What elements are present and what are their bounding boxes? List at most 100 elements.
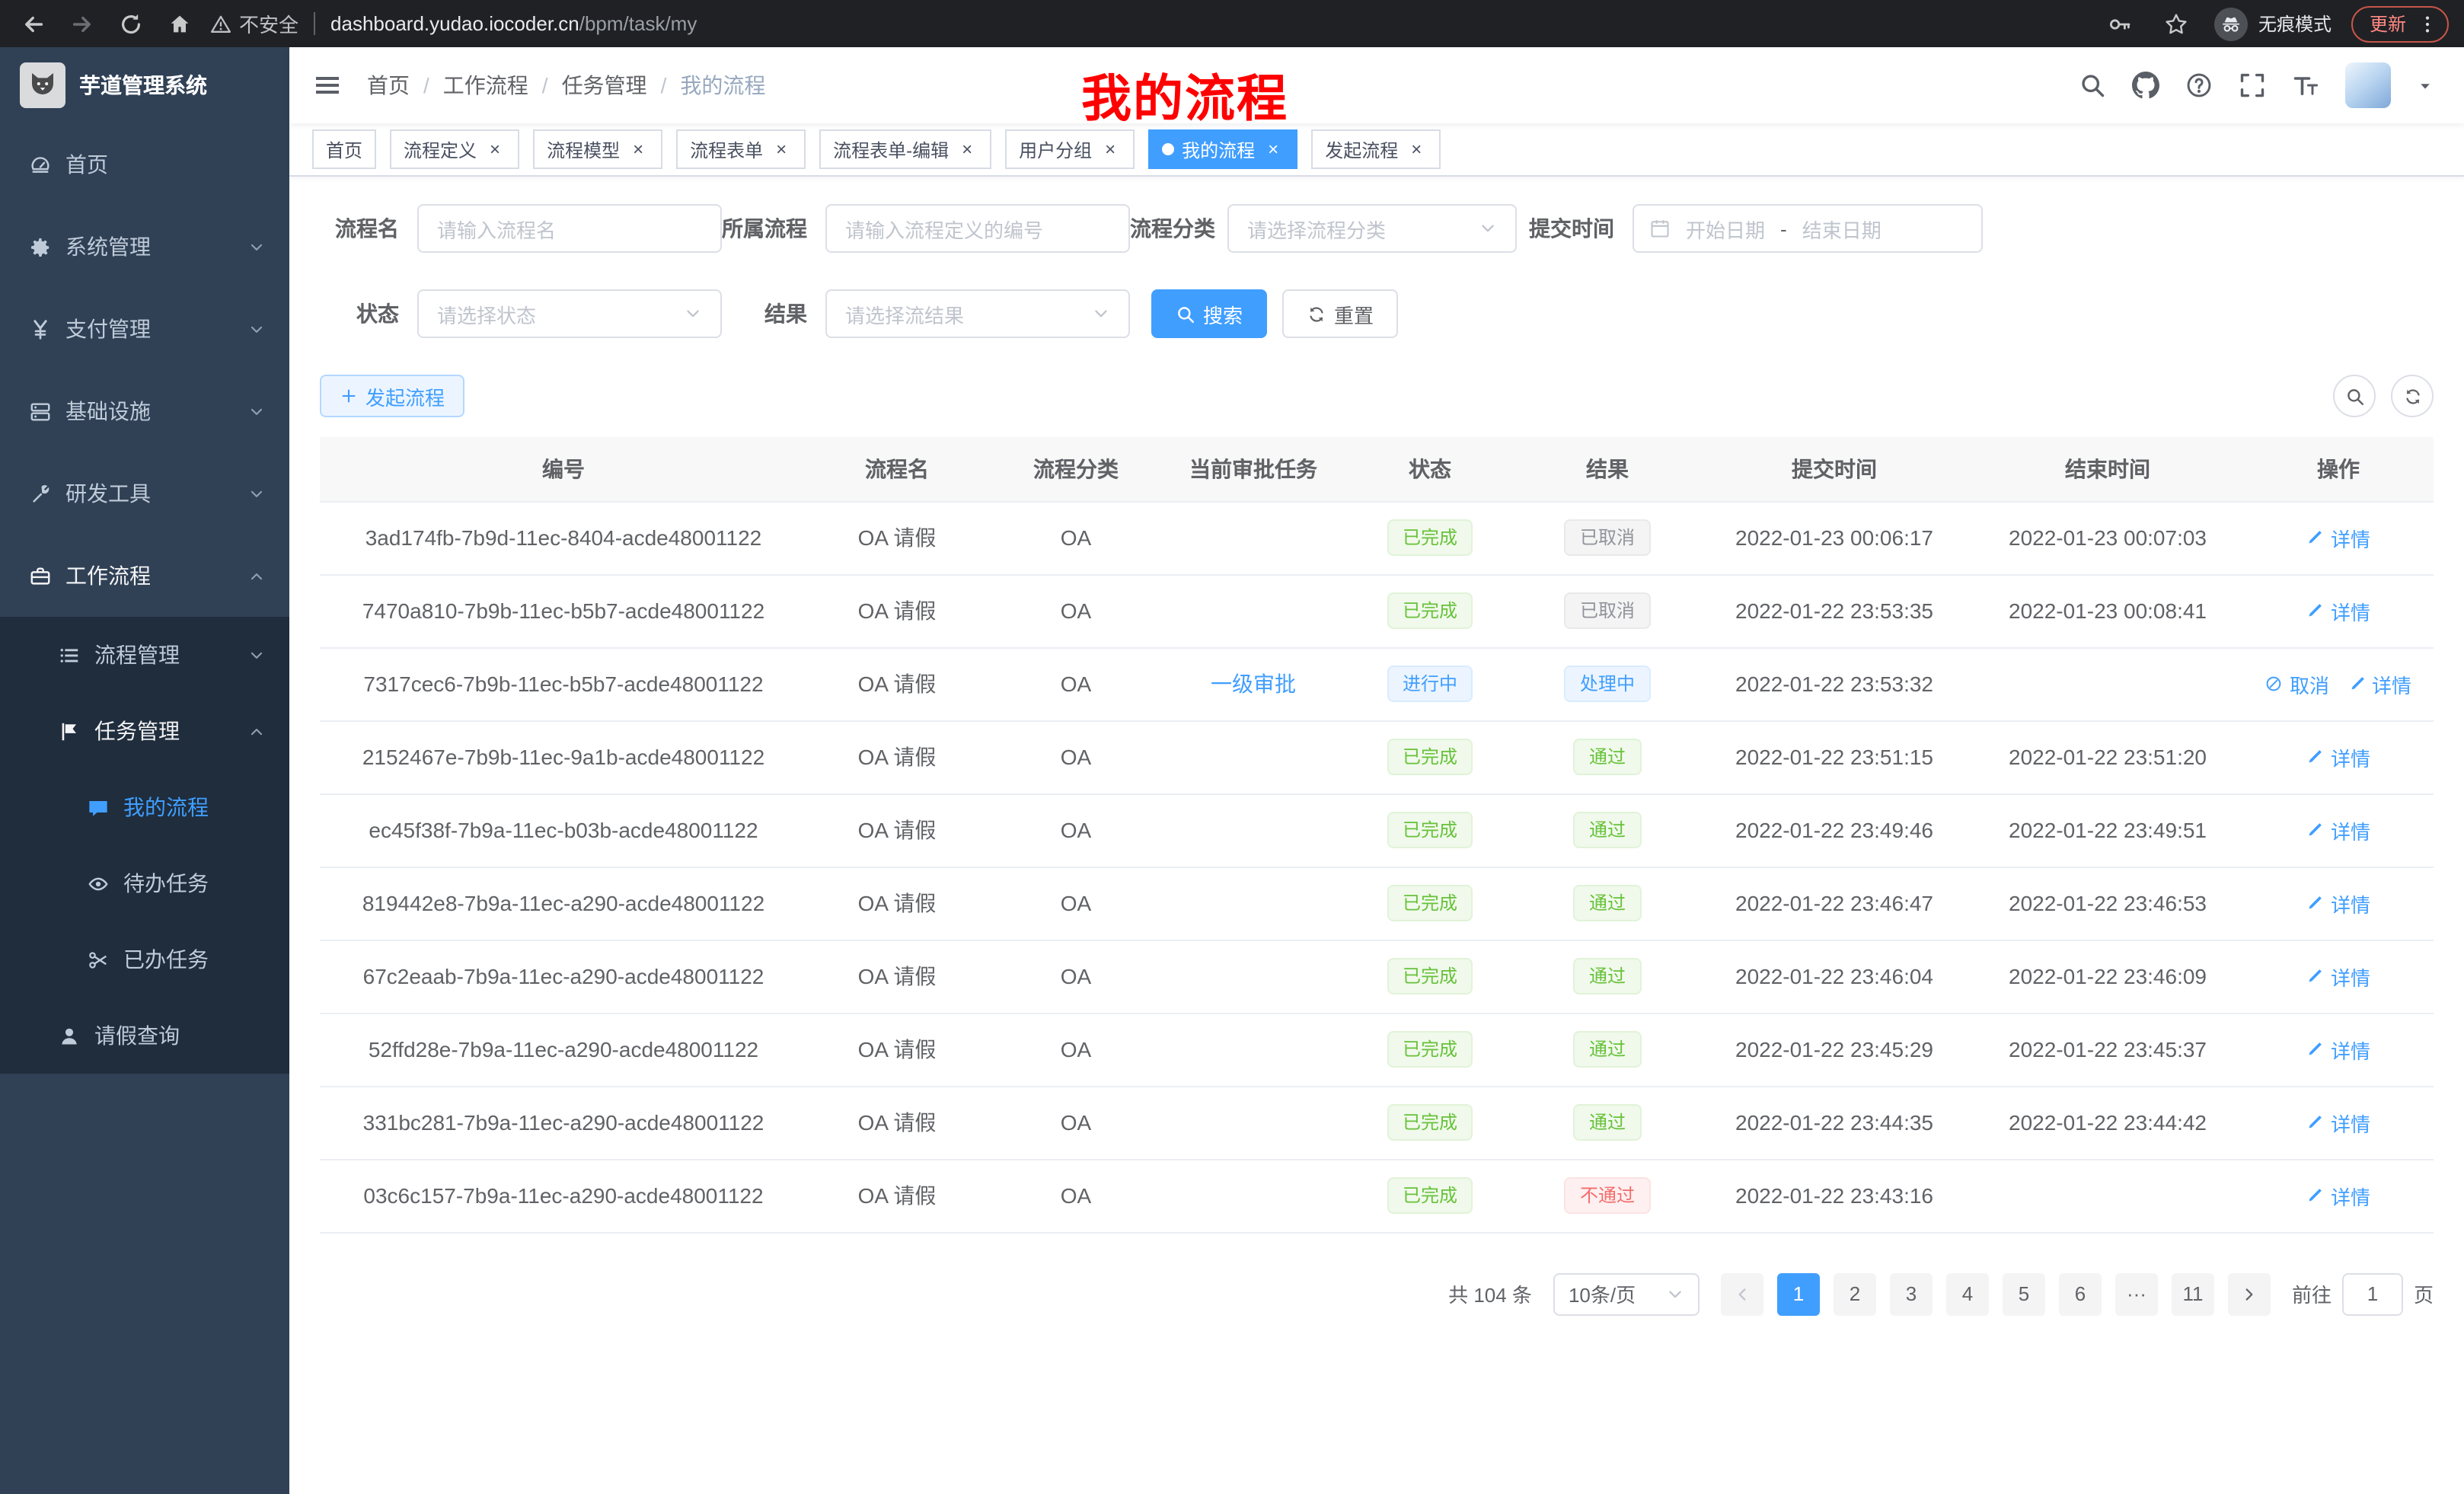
tab-start-process[interactable]: 发起流程× [1311,129,1441,169]
fullscreen-icon[interactable] [2239,72,2266,99]
sidebar-item-system[interactable]: 系统管理 [0,206,289,288]
avatar[interactable] [2345,62,2391,108]
tab-close-icon[interactable]: × [1406,139,1427,160]
current-task-link[interactable]: 一级审批 [1211,672,1296,696]
detail-action-link[interactable]: 详情 [2306,889,2370,918]
caret-down-icon[interactable] [2417,77,2434,94]
detail-action-link[interactable]: 详情 [2306,1035,2370,1064]
app-logo[interactable]: 芋道管理系统 [0,47,289,123]
cell-actions: 详情 [2243,793,2434,867]
cell-id: 3ad174fb-7b9d-11ec-8404-acde48001122 [320,501,807,574]
tab-process-definition[interactable]: 流程定义× [390,129,519,169]
sidebar-item-dev-tools[interactable]: 研发工具 [0,452,289,535]
page-button-1[interactable]: 1 [1777,1272,1820,1315]
sidebar-item-label: 研发工具 [65,478,151,509]
tab-close-icon[interactable]: × [956,139,978,160]
sidebar-item-my-process[interactable]: 我的流程 [0,769,289,845]
detail-action-link[interactable]: 详情 [2306,962,2370,991]
calendar-icon [1649,218,1671,239]
page-button-5[interactable]: 5 [2003,1272,2045,1315]
site-security-chip[interactable]: 不安全 [210,9,298,38]
page-size-select[interactable]: 10条/页 [1553,1272,1700,1315]
question-icon[interactable] [2185,72,2213,99]
cell-process-name: OA 请假 [807,867,987,940]
tab-label: 流程表单-编辑 [833,136,949,162]
github-icon[interactable] [2132,72,2159,99]
detail-action-link[interactable]: 详情 [2306,523,2370,552]
date-range-picker[interactable]: 开始日期 - 结束日期 [1633,204,1983,253]
tab-process-form[interactable]: 流程表单× [676,129,806,169]
prev-page-button[interactable] [1721,1272,1763,1315]
process-id-input[interactable]: 请输入流程定义的编号 [825,204,1130,253]
reset-button[interactable]: 重置 [1282,289,1398,338]
sidebar-item-workflow[interactable]: 工作流程 [0,535,289,617]
tab-process-form-edit[interactable]: 流程表单-编辑 × [819,129,991,169]
more-vertical-icon[interactable] [2417,13,2438,34]
page-button-11[interactable]: 11 [2172,1272,2214,1315]
search-icon[interactable] [2079,72,2106,99]
cell-current-task [1165,867,1342,940]
search-button[interactable]: 搜索 [1151,289,1267,338]
process-name-input[interactable]: 请输入流程名 [417,204,722,253]
pager-ellipsis[interactable]: ··· [2115,1272,2158,1315]
refresh-table-button[interactable] [2391,375,2434,417]
goto-page-input[interactable] [2342,1272,2403,1315]
next-page-button[interactable] [2228,1272,2271,1315]
cancel-action-link[interactable]: 取消 [2265,669,2329,698]
reload-icon[interactable] [113,5,149,42]
tab-close-icon[interactable]: × [1262,139,1284,160]
detail-action-link[interactable]: 详情 [2306,1181,2370,1210]
font-size-icon[interactable] [2292,72,2319,99]
sidebar-item-process-management[interactable]: 流程管理 [0,617,289,693]
tab-my-process[interactable]: 我的流程× [1148,129,1297,169]
detail-action-link[interactable]: 详情 [2306,816,2370,844]
hamburger-icon[interactable] [312,70,343,101]
tab-process-model[interactable]: 流程模型× [533,129,662,169]
tab-close-icon[interactable]: × [627,139,649,160]
page-button-2[interactable]: 2 [1834,1272,1876,1315]
sidebar-item-todo-tasks[interactable]: 待办任务 [0,845,289,921]
breadcrumb-item[interactable]: 任务管理 [562,70,647,101]
result-select[interactable]: 请选择流结果 [825,289,1130,338]
sidebar-item-infrastructure[interactable]: 基础设施 [0,370,289,452]
home-icon[interactable] [161,5,198,42]
tab-user-group[interactable]: 用户分组× [1005,129,1135,169]
navbar-actions [2079,62,2434,108]
tab-label: 首页 [326,136,362,162]
sidebar-item-leave-query[interactable]: 请假查询 [0,998,289,1074]
cell-id: 331bc281-7b9a-11ec-a290-acde48001122 [320,1086,807,1159]
page-content: 流程名 请输入流程名 所属流程 请输入流程定义的编号 流程分类 请选择流程分类 … [289,177,2464,1494]
tab-close-icon[interactable]: × [1100,139,1121,160]
tab-home[interactable]: 首页 [312,129,376,169]
chevron-down-icon [248,646,265,663]
sidebar-item-done-tasks[interactable]: 已办任务 [0,921,289,998]
breadcrumb-item[interactable]: 首页 [367,70,410,101]
detail-action-link[interactable]: 详情 [2306,596,2370,625]
star-icon[interactable] [2158,5,2194,42]
start-process-button[interactable]: 发起流程 [320,375,464,417]
detail-action-link[interactable]: 详情 [2348,669,2411,698]
tab-close-icon[interactable]: × [771,139,792,160]
back-icon[interactable] [15,5,52,42]
category-select[interactable]: 请选择流程分类 [1227,204,1517,253]
forward-icon[interactable] [64,5,101,42]
url-bar[interactable]: dashboard.yudao.iocoder.cn/bpm/task/my [330,12,697,35]
sidebar-item-task-management[interactable]: 任务管理 [0,693,289,769]
page-button-3[interactable]: 3 [1890,1272,1933,1315]
tab-close-icon[interactable]: × [484,139,506,160]
table-row: 03c6c157-7b9a-11ec-a290-acde48001122OA 请… [320,1159,2434,1232]
detail-action-link[interactable]: 详情 [2306,1108,2370,1137]
detail-action-link[interactable]: 详情 [2306,742,2370,771]
toggle-search-button[interactable] [2333,375,2376,417]
search-icon [1176,304,1195,324]
key-icon[interactable] [2102,5,2138,42]
status-select[interactable]: 请选择状态 [417,289,722,338]
incognito-indicator[interactable]: 无痕模式 [2214,7,2332,40]
breadcrumb-item[interactable]: 工作流程 [443,70,528,101]
page-button-6[interactable]: 6 [2059,1272,2102,1315]
chevron-down-icon [248,485,265,502]
page-button-4[interactable]: 4 [1946,1272,1989,1315]
sidebar-item-home[interactable]: 首页 [0,123,289,206]
browser-update-button[interactable]: 更新 [2351,5,2449,42]
sidebar-item-payment[interactable]: 支付管理 [0,288,289,370]
